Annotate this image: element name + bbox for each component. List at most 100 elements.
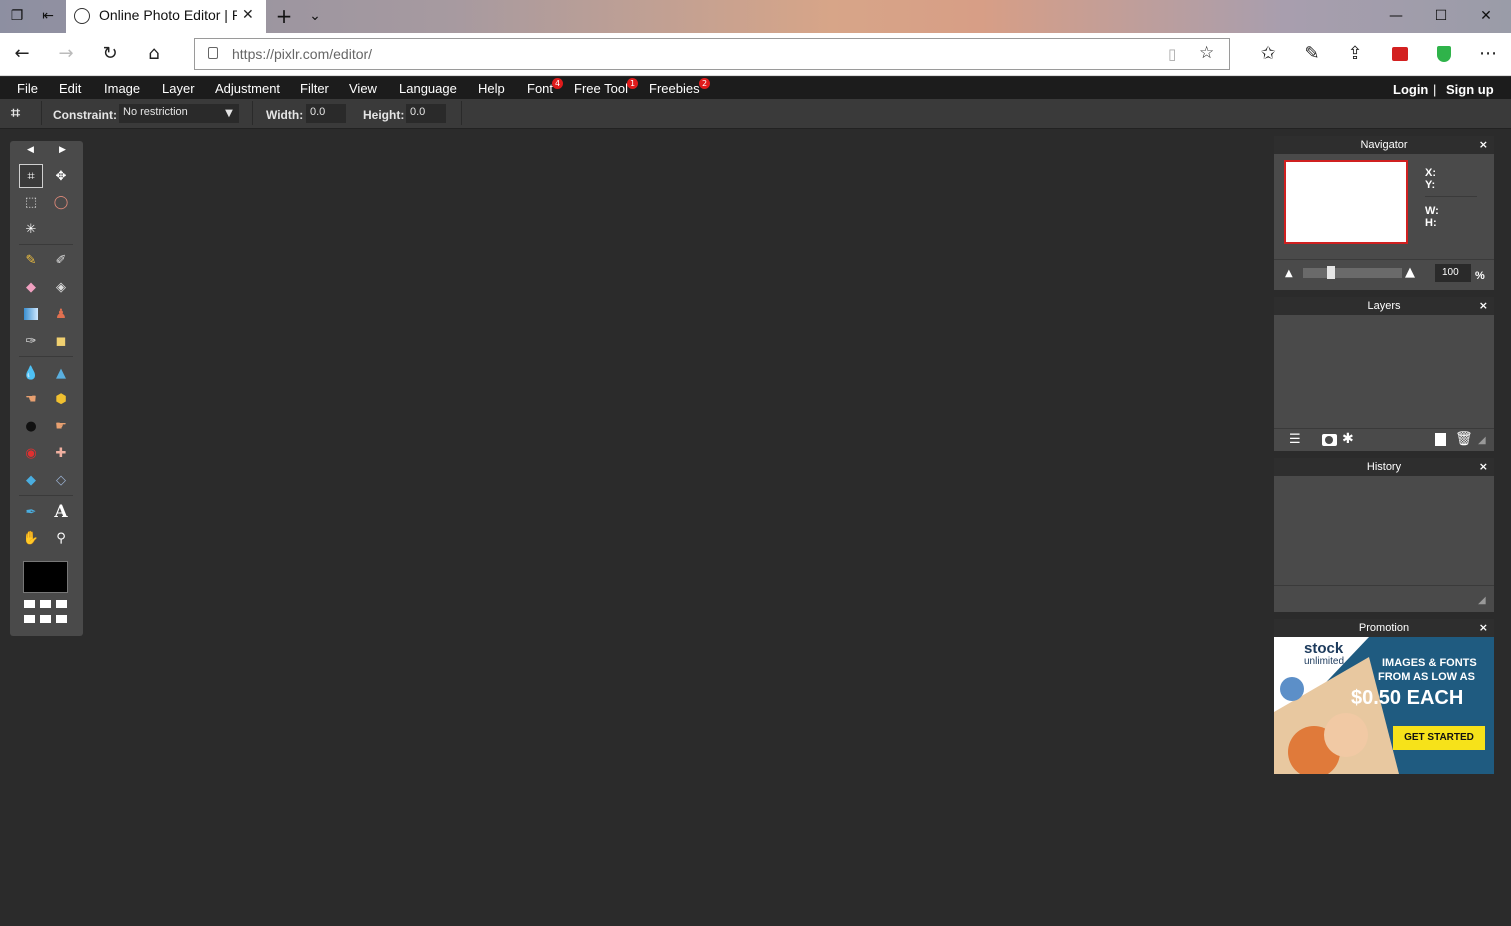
toolbox-right-arrow-icon[interactable]: ▶: [59, 145, 66, 155]
forward-icon[interactable]: →: [54, 42, 78, 66]
menu-image[interactable]: Image: [104, 81, 140, 96]
magic-wand-icon[interactable]: ✳: [19, 217, 43, 241]
constraint-dropdown-icon[interactable]: ▼: [219, 104, 239, 123]
dodge-icon[interactable]: ☛: [49, 414, 73, 438]
grid-cell[interactable]: [56, 600, 67, 608]
hand-icon[interactable]: ✋: [19, 526, 43, 550]
constraint-select[interactable]: No restriction: [119, 104, 219, 123]
smudge-icon[interactable]: ☚: [19, 387, 43, 411]
layer-mask-icon[interactable]: [1322, 434, 1337, 446]
zoom-slider-handle[interactable]: [1327, 266, 1335, 279]
back-icon[interactable]: ←: [10, 42, 34, 66]
new-layer-icon[interactable]: [1435, 433, 1446, 446]
zoom-input[interactable]: 100: [1435, 264, 1471, 282]
sharpen-icon[interactable]: ▲: [49, 361, 73, 385]
width-label: Width:: [266, 108, 304, 122]
toolbox-left-arrow-icon[interactable]: ◀: [27, 145, 34, 155]
share-icon[interactable]: ⇪: [1343, 42, 1367, 66]
grid-cell[interactable]: [40, 615, 51, 623]
menu-edit[interactable]: Edit: [59, 81, 81, 96]
zoom-percent: %: [1475, 270, 1485, 282]
brush-icon[interactable]: ✐: [49, 248, 73, 272]
drawing-icon[interactable]: ◼: [49, 329, 73, 353]
address-bar[interactable]: https://pixlr.com/editor/ ▯ ☆: [194, 38, 1230, 70]
browser-tab[interactable]: Online Photo Editor | Pixlr Editor ✕: [66, 0, 266, 33]
layer-settings-icon[interactable]: ☰: [1289, 432, 1301, 447]
shield-extension-icon[interactable]: [1437, 46, 1451, 62]
width-field[interactable]: 0.0: [306, 104, 346, 123]
minimize-icon[interactable]: —: [1386, 6, 1406, 26]
lasso-icon[interactable]: ◯: [49, 190, 73, 214]
grid-cell[interactable]: [56, 615, 67, 623]
set-tabs-aside-icon[interactable]: ⇤: [38, 6, 58, 26]
signup-link[interactable]: Sign up: [1446, 82, 1494, 97]
menu-file[interactable]: File: [17, 81, 38, 96]
promo-get-started-button[interactable]: GET STARTED: [1393, 726, 1485, 750]
pencil-icon[interactable]: ✎: [19, 248, 43, 272]
blur-icon[interactable]: 💧: [19, 361, 43, 385]
foreground-color-swatch[interactable]: [23, 561, 68, 593]
grid-cell[interactable]: [40, 600, 51, 608]
promotion-banner[interactable]: stock unlimited IMAGES & FONTS FROM AS L…: [1274, 637, 1494, 774]
gradient-icon[interactable]: [19, 302, 43, 326]
layers-resize-icon[interactable]: ◢: [1478, 435, 1486, 446]
bloat-icon[interactable]: ◆: [19, 468, 43, 492]
sponge-icon[interactable]: ⬢: [49, 387, 73, 411]
new-tab-button[interactable]: +: [274, 6, 294, 26]
tab-close-icon[interactable]: ✕: [242, 7, 254, 23]
extension-red-icon[interactable]: [1392, 47, 1408, 61]
refresh-icon[interactable]: ↻: [98, 42, 122, 66]
red-eye-icon[interactable]: ◉: [19, 441, 43, 465]
menu-freebies[interactable]: Freebies: [649, 81, 700, 96]
color-picker-icon[interactable]: ✒: [19, 500, 43, 524]
move-icon[interactable]: ✥: [49, 164, 73, 188]
menu-free-tool[interactable]: Free Tool: [574, 81, 628, 96]
zoom-icon[interactable]: ⚲: [49, 526, 73, 550]
spot-heal-icon[interactable]: ✚: [49, 441, 73, 465]
promotion-panel: Promotion × stock unlimited IMAGES & FON…: [1274, 619, 1494, 774]
pinch-icon[interactable]: ◇: [49, 468, 73, 492]
paint-bucket-icon[interactable]: ◈: [49, 275, 73, 299]
menu-view[interactable]: View: [349, 81, 377, 96]
history-close-icon[interactable]: ×: [1479, 458, 1488, 476]
promotion-close-icon[interactable]: ×: [1479, 619, 1488, 637]
pen-icon[interactable]: ✎: [1300, 42, 1324, 66]
more-icon[interactable]: ⋯: [1476, 42, 1500, 66]
menu-font[interactable]: Font: [527, 81, 553, 96]
login-link[interactable]: Login: [1393, 82, 1428, 97]
grid-cell[interactable]: [24, 615, 35, 623]
tab-actions-icon[interactable]: ❐: [7, 6, 27, 26]
window-close-icon[interactable]: ✕: [1476, 6, 1496, 26]
delete-layer-icon[interactable]: 🗑: [1455, 431, 1473, 447]
crop-icon[interactable]: ⌗: [19, 164, 43, 188]
tab-list-icon[interactable]: ⌄: [305, 6, 325, 26]
menu-language[interactable]: Language: [399, 81, 457, 96]
type-tool-icon[interactable]: A: [49, 500, 73, 524]
color-replace-icon[interactable]: ✑: [19, 329, 43, 353]
layers-close-icon[interactable]: ×: [1479, 297, 1488, 315]
toolbox: ◀ ▶ ⌗ ✥ ⬚ ◯ ✳ ✎ ✐ ◆ ◈ ♟ ✑ ◼ 💧 ▲ ☚ ⬢ ● ☛ …: [10, 141, 83, 636]
favorite-star-icon[interactable]: ☆: [1199, 43, 1214, 63]
menu-layer[interactable]: Layer: [162, 81, 195, 96]
height-field[interactable]: 0.0: [406, 104, 446, 123]
menu-filter[interactable]: Filter: [300, 81, 329, 96]
menu-help[interactable]: Help: [478, 81, 505, 96]
burn-icon[interactable]: ●: [19, 414, 43, 438]
navigator-preview[interactable]: [1284, 160, 1408, 244]
marquee-icon[interactable]: ⬚: [19, 190, 43, 214]
zoom-slider[interactable]: [1303, 268, 1402, 278]
maximize-icon[interactable]: ☐: [1431, 6, 1451, 26]
eraser-icon[interactable]: ◆: [19, 275, 43, 299]
zoom-in-icon[interactable]: ▲: [1405, 265, 1415, 280]
menu-adjustment[interactable]: Adjustment: [215, 81, 280, 96]
layer-styles-icon[interactable]: ✱: [1342, 431, 1354, 447]
reading-view-icon[interactable]: ▯: [1168, 45, 1176, 63]
home-icon[interactable]: ⌂: [142, 42, 166, 66]
zoom-out-icon[interactable]: ▲: [1285, 268, 1293, 279]
favorites-icon[interactable]: ✩: [1256, 42, 1280, 66]
browser-navbar: ← → ↻ ⌂ https://pixlr.com/editor/ ▯ ☆ ✩ …: [0, 33, 1511, 76]
clone-stamp-icon[interactable]: ♟: [49, 302, 73, 326]
history-resize-icon[interactable]: ◢: [1478, 595, 1486, 606]
navigator-close-icon[interactable]: ×: [1479, 136, 1488, 154]
grid-cell[interactable]: [24, 600, 35, 608]
